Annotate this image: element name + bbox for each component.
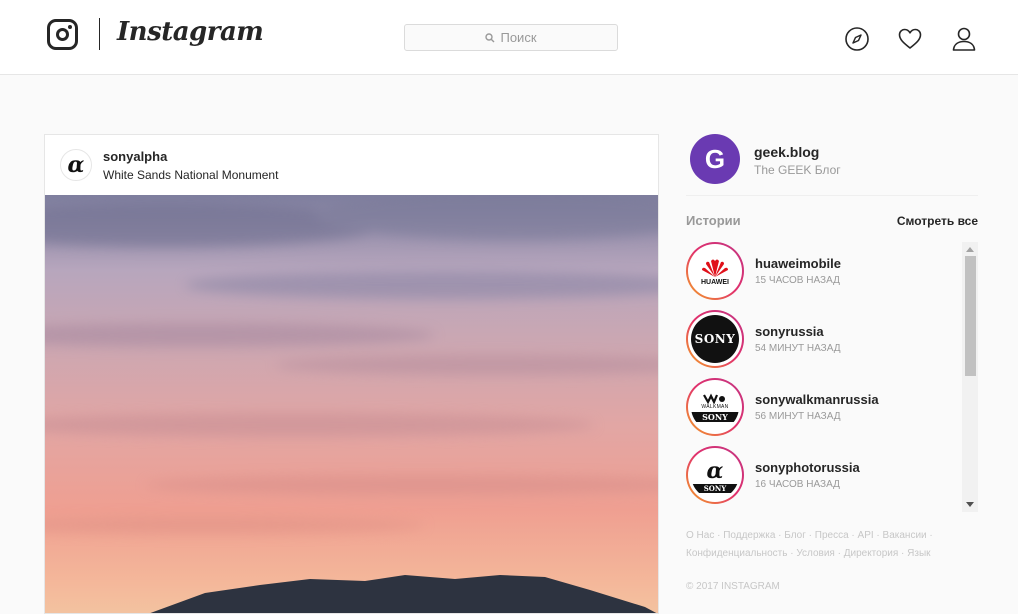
explore-compass-icon[interactable] [844,26,870,52]
post-photo[interactable] [45,195,659,614]
heart-icon[interactable] [897,26,923,52]
scroll-up-arrow-icon[interactable] [966,247,974,252]
feed-post: α sonyalpha White Sands National Monumen… [44,134,659,614]
see-all-stories-link[interactable]: Смотреть все [897,214,978,228]
story-time: 15 ЧАСОВ НАЗАД [755,275,840,286]
scroll-down-arrow-icon[interactable] [966,502,974,507]
huawei-logo-icon: HUAWEI [691,247,739,295]
current-user-username[interactable]: geek.blog [754,144,819,160]
story-username[interactable]: sonyrussia [755,324,824,339]
story-username[interactable]: sonyphotorussia [755,460,860,475]
story-item[interactable]: HUAWEI huaweimobile 15 ЧАСОВ НАЗАД [686,242,956,306]
search-input[interactable]: Поиск [404,24,618,51]
sony-brand-text: SONY [694,332,736,346]
sony-logo-icon: SONY [691,315,739,363]
footer-links[interactable]: О Нас · Поддержка · Блог · Пресса · API … [686,527,976,563]
story-username[interactable]: huaweimobile [755,256,841,271]
footer-links-line1[interactable]: О Нас · Поддержка · Блог · Пресса · API … [686,527,976,545]
story-ring: WALKMAN SONY [686,378,744,436]
logo-divider [99,18,100,50]
story-item[interactable]: SONY sonyrussia 54 МИНУТ НАЗАД [686,310,956,374]
story-time: 56 МИНУТ НАЗАД [755,411,841,422]
post-username[interactable]: sonyalpha [103,149,167,164]
alpha-logo-icon: α SONY [691,451,739,499]
story-item[interactable]: α SONY sonyphotorussia 16 ЧАСОВ НАЗАД [686,446,956,510]
post-author-avatar[interactable]: α [60,149,92,181]
story-ring: HUAWEI [686,242,744,300]
current-user-avatar[interactable]: G [690,134,740,184]
post-header: α sonyalpha White Sands National Monumen… [45,135,658,195]
stories-title: Истории [686,213,741,228]
instagram-logo-icon[interactable] [47,19,78,50]
story-item[interactable]: WALKMAN SONY sonywalkmanrussia 56 МИНУТ … [686,378,956,442]
footer-links-line2[interactable]: Конфиденциальность · Условия · Директори… [686,545,976,563]
search-placeholder: Поиск [500,30,537,45]
scrollbar-thumb[interactable] [965,256,976,376]
story-username[interactable]: sonywalkmanrussia [755,392,879,407]
alpha-glyph: α [706,457,724,484]
walkman-brand-text: WALKMAN [701,404,729,410]
profile-icon[interactable] [951,26,977,52]
walkman-logo-icon: WALKMAN SONY [691,383,739,431]
story-time: 16 ЧАСОВ НАЗАД [755,479,840,490]
sony-brand-strip: SONY [691,412,739,422]
post-location[interactable]: White Sands National Monument [103,168,278,182]
sony-brand-strip: SONY [691,483,739,493]
top-navigation-bar: Instagram Поиск [0,0,1018,75]
huawei-brand-text: HUAWEI [701,278,729,286]
instagram-wordmark[interactable]: Instagram [117,17,264,47]
stories-scrollbar[interactable] [962,242,978,512]
story-ring: α SONY [686,446,744,504]
current-user-fullname: The GEEK Блог [754,163,841,177]
story-ring: SONY [686,310,744,368]
story-time: 54 МИНУТ НАЗАД [755,343,841,354]
search-icon [485,32,495,42]
copyright: © 2017 INSTAGRAM [686,581,780,592]
stories-panel: Истории Смотреть все HUAWEI huaweimobile… [686,195,978,512]
